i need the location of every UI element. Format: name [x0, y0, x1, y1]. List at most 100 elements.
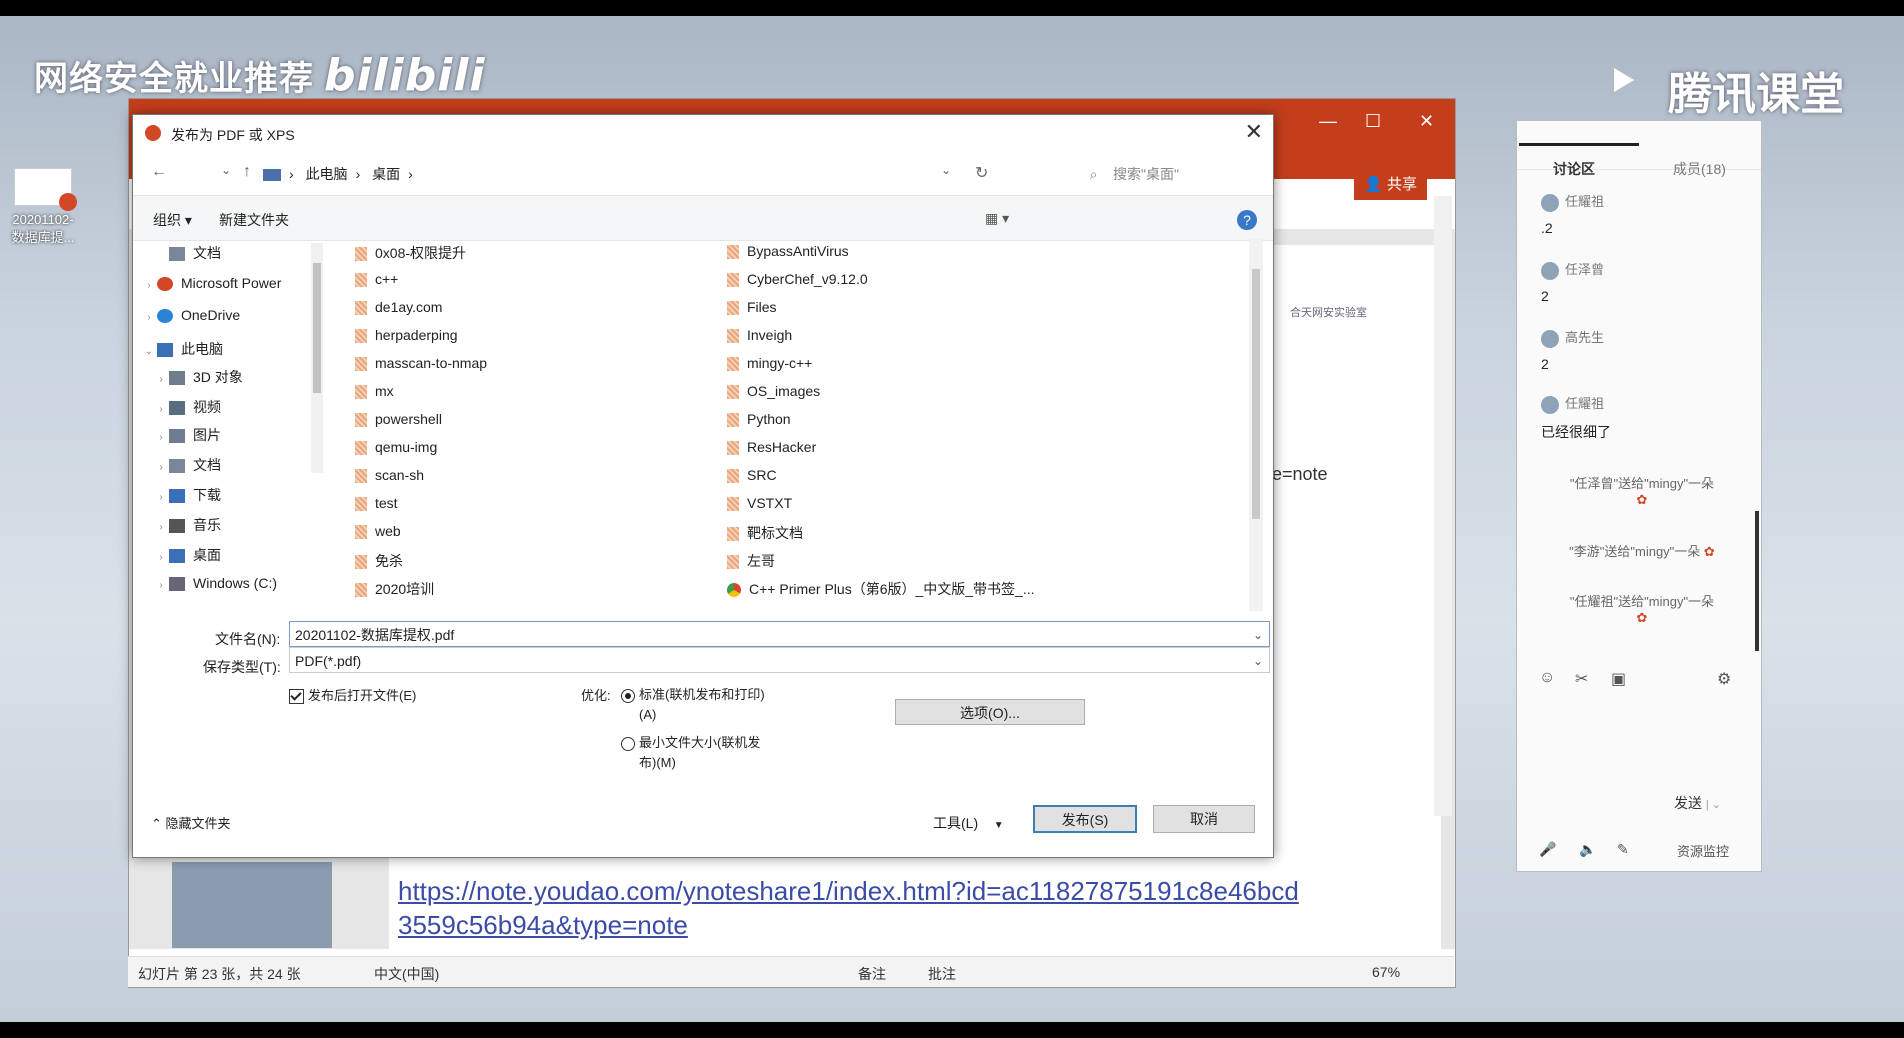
- file-item[interactable]: c++: [355, 271, 398, 295]
- search-input[interactable]: ⌕ 搜索"桌面": [1090, 164, 1179, 184]
- file-type-select[interactable]: PDF(*.pdf) ⌄: [289, 647, 1270, 673]
- file-item[interactable]: scan-sh: [355, 467, 424, 491]
- minimize-button[interactable]: —: [1319, 111, 1337, 132]
- share-button[interactable]: 👤 共享: [1354, 167, 1427, 200]
- chevron-right-icon[interactable]: ›: [153, 522, 169, 533]
- maximize-button[interactable]: ☐: [1365, 111, 1381, 132]
- close-window-button[interactable]: ✕: [1419, 111, 1434, 132]
- file-item[interactable]: Files: [727, 299, 777, 323]
- avatar[interactable]: [1541, 261, 1559, 280]
- view-icon[interactable]: ▦ ▾: [985, 210, 1009, 227]
- tools-menu[interactable]: 工具(L) ▼: [933, 813, 1004, 833]
- zoom-level[interactable]: 67%: [1372, 964, 1400, 980]
- file-item[interactable]: Inveigh: [727, 327, 792, 351]
- resource-monitor-link[interactable]: 资源监控: [1677, 841, 1729, 860]
- tree-item[interactable]: › 音乐: [153, 515, 221, 539]
- scissors-icon[interactable]: ✂: [1575, 669, 1588, 689]
- file-item[interactable]: 2020培训: [355, 579, 434, 603]
- tab-discussion[interactable]: 讨论区: [1553, 159, 1595, 179]
- radio-minimum-size[interactable]: 最小文件大小(联机发 布)(M): [621, 733, 760, 773]
- hide-folders-toggle[interactable]: ⌃ 隐藏文件夹: [151, 813, 231, 832]
- tree-item[interactable]: ⌄ 此电脑: [141, 339, 223, 363]
- file-list-scrollbar[interactable]: [1249, 239, 1263, 611]
- file-item[interactable]: de1ay.com: [355, 299, 442, 323]
- chevron-right-icon[interactable]: ›: [153, 552, 169, 563]
- file-item[interactable]: ResHacker: [727, 439, 816, 463]
- file-item[interactable]: herpaderping: [355, 327, 458, 351]
- tree-item[interactable]: › OneDrive: [141, 307, 240, 331]
- microphone-icon[interactable]: 🎤: [1539, 841, 1556, 858]
- up-arrow-icon[interactable]: ↑: [243, 163, 251, 181]
- file-item[interactable]: OS_images: [727, 383, 820, 407]
- chevron-right-icon[interactable]: ›: [153, 374, 169, 385]
- pen-icon[interactable]: ✎: [1617, 841, 1629, 858]
- chevron-right-icon[interactable]: ⌄: [141, 346, 157, 357]
- chevron-right-icon[interactable]: ›: [153, 580, 169, 591]
- refresh-icon[interactable]: ↻: [975, 163, 988, 183]
- emoji-icon[interactable]: ☺: [1539, 669, 1555, 687]
- file-item[interactable]: 左哥: [727, 551, 775, 575]
- tab-members[interactable]: 成员(18): [1673, 159, 1726, 179]
- tree-item[interactable]: › 视频: [153, 397, 221, 421]
- tree-item[interactable]: › 桌面: [153, 545, 221, 569]
- publish-button[interactable]: 发布(S): [1033, 805, 1137, 833]
- tree-item[interactable]: › 图片: [153, 425, 221, 449]
- cancel-button[interactable]: 取消: [1153, 805, 1255, 833]
- breadcrumb[interactable]: › 此电脑 › 桌面 ›: [263, 164, 413, 184]
- file-item[interactable]: 靶标文档: [727, 523, 803, 547]
- file-item[interactable]: mx: [355, 383, 394, 407]
- file-item[interactable]: 免杀: [355, 551, 403, 575]
- speaker-icon[interactable]: 🔈: [1579, 841, 1596, 858]
- file-item[interactable]: qemu-img: [355, 439, 437, 463]
- slide-link[interactable]: https://note.youdao.com/ynoteshare1/inde…: [398, 874, 1299, 942]
- chevron-right-icon[interactable]: ›: [153, 432, 169, 443]
- chevron-right-icon[interactable]: ›: [153, 404, 169, 415]
- file-item[interactable]: CyberChef_v9.12.0: [727, 271, 868, 295]
- file-item[interactable]: 0x08-权限提升: [355, 243, 466, 267]
- tree-item[interactable]: › 文档: [153, 455, 221, 479]
- tree-item[interactable]: › Windows (C:): [153, 575, 277, 599]
- file-item[interactable]: web: [355, 523, 401, 547]
- tree-item[interactable]: › Microsoft Power: [141, 275, 281, 299]
- file-item[interactable]: VSTXT: [727, 495, 792, 519]
- tree-item[interactable]: 文档: [153, 243, 221, 267]
- file-item[interactable]: BypassAntiVirus: [727, 243, 849, 267]
- avatar[interactable]: [1541, 395, 1559, 414]
- chevron-right-icon[interactable]: ›: [141, 280, 157, 291]
- radio-standard[interactable]: 标准(联机发布和打印) (A): [621, 685, 765, 725]
- file-item[interactable]: masscan-to-nmap: [355, 355, 487, 379]
- file-item[interactable]: mingy-c++: [727, 355, 812, 379]
- back-arrow-icon[interactable]: ←: [151, 163, 167, 181]
- avatar[interactable]: [1541, 193, 1559, 212]
- dialog-close-button[interactable]: ✕: [1245, 119, 1263, 145]
- file-item[interactable]: powershell: [355, 411, 442, 435]
- filename-field[interactable]: 20201102-数据库提权.pdf ⌄: [289, 621, 1270, 647]
- crumb-desktop[interactable]: 桌面: [372, 166, 400, 182]
- new-folder-button[interactable]: 新建文件夹: [219, 210, 289, 230]
- file-item[interactable]: SRC: [727, 467, 777, 491]
- file-item[interactable]: C++ Primer Plus（第6版）_中文版_带书签_...: [727, 579, 1035, 603]
- file-item[interactable]: Python: [727, 411, 791, 435]
- options-button[interactable]: 选项(O)...: [895, 699, 1085, 725]
- send-button[interactable]: 发送 | ⌄: [1674, 793, 1721, 813]
- open-after-checkbox[interactable]: 发布后打开文件(E): [289, 685, 416, 705]
- file-item[interactable]: test: [355, 495, 398, 519]
- crumb-this-pc[interactable]: 此电脑: [306, 166, 348, 182]
- comments-button[interactable]: 批注: [928, 964, 956, 984]
- tree-item[interactable]: › 3D 对象: [153, 367, 243, 391]
- avatar[interactable]: [1541, 329, 1559, 348]
- settings-icon[interactable]: ⚙: [1717, 669, 1731, 689]
- notes-button[interactable]: 备注: [858, 964, 886, 984]
- history-dropdown-icon[interactable]: ⌄: [221, 163, 231, 177]
- chat-scrollbar[interactable]: [1755, 511, 1759, 651]
- help-icon[interactable]: ?: [1237, 210, 1257, 230]
- chevron-right-icon[interactable]: ›: [141, 312, 157, 323]
- organize-menu[interactable]: 组织 ▾: [153, 210, 192, 230]
- ppt-vertical-scrollbar[interactable]: [1434, 196, 1452, 816]
- image-icon[interactable]: ▣: [1611, 669, 1626, 689]
- slide-thumbnail[interactable]: [172, 862, 332, 948]
- desktop-pptx-icon[interactable]: 20201102-数据库提...: [8, 168, 78, 246]
- tree-scrollbar[interactable]: [311, 243, 323, 473]
- tree-item[interactable]: › 下载: [153, 485, 221, 509]
- chevron-right-icon[interactable]: ›: [153, 492, 169, 503]
